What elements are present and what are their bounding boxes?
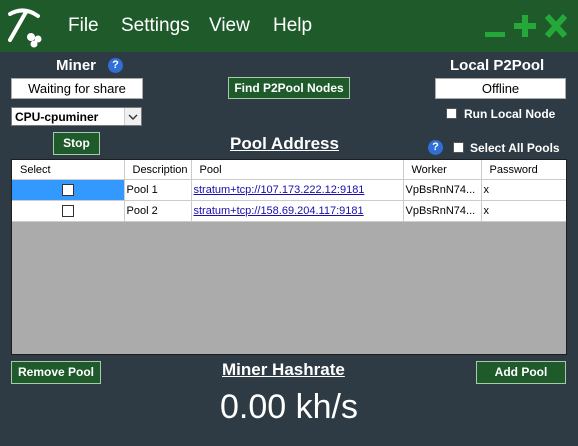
help-icon[interactable]: ?: [108, 58, 123, 73]
row-worker[interactable]: VpBsRnN74...: [403, 200, 482, 222]
stop-button[interactable]: Stop: [53, 132, 100, 155]
run-local-node-checkbox[interactable]: [446, 108, 457, 119]
miner-hashrate-title: Miner Hashrate: [222, 360, 345, 379]
menu-help[interactable]: Help: [273, 15, 312, 37]
hashrate-value: 0.00 kh/s: [220, 388, 358, 426]
miner-status-button[interactable]: Waiting for share: [11, 78, 143, 99]
row-description[interactable]: Pool 1: [124, 179, 192, 201]
title-bar: File Settings View Help: [0, 0, 578, 52]
row-pool-link[interactable]: stratum+tcp://158.69.204.117:9181: [191, 200, 404, 222]
pool-address-title: Pool Address: [230, 134, 339, 153]
pool-url-link[interactable]: stratum+tcp://107.173.222.12:9181: [194, 184, 365, 196]
find-p2pool-nodes-button[interactable]: Find P2Pool Nodes: [228, 77, 350, 99]
pickaxe-logo-icon: [8, 8, 42, 48]
menu-view[interactable]: View: [209, 15, 250, 37]
row-select-checkbox[interactable]: [61, 205, 74, 217]
add-pool-button[interactable]: Add Pool: [476, 361, 566, 384]
minimize-icon[interactable]: [482, 10, 508, 40]
row-select-checkbox[interactable]: [61, 184, 74, 196]
help-icon[interactable]: ?: [428, 140, 443, 155]
row-worker[interactable]: VpBsRnN74...: [403, 179, 482, 201]
close-icon[interactable]: [543, 10, 569, 40]
miner-select[interactable]: CPU-cpuminer: [11, 107, 142, 126]
run-local-node-label: Run Local Node: [464, 107, 556, 121]
local-p2pool-status-button[interactable]: Offline: [435, 78, 566, 99]
column-header-password[interactable]: Password: [481, 160, 566, 180]
menu-settings[interactable]: Settings: [121, 15, 190, 37]
select-all-pools-label: Select All Pools: [470, 141, 560, 155]
table-header: Select Description Pool Worker Password: [12, 160, 566, 180]
local-p2pool-title: Local P2Pool: [450, 57, 545, 74]
miner-title: Miner: [56, 57, 97, 74]
column-header-worker[interactable]: Worker: [403, 160, 482, 180]
plus-icon[interactable]: [512, 10, 538, 40]
chevron-down-icon: [124, 108, 141, 125]
remove-pool-button[interactable]: Remove Pool: [11, 361, 101, 384]
row-select-cell[interactable]: [12, 179, 125, 201]
row-password[interactable]: x: [481, 200, 566, 222]
column-header-description[interactable]: Description: [124, 160, 192, 180]
select-all-pools-checkbox[interactable]: [453, 142, 464, 153]
table-row[interactable]: Pool 1 stratum+tcp://107.173.222.12:9181…: [12, 179, 566, 201]
pool-table: Select Description Pool Worker Password …: [11, 159, 567, 355]
menu-file[interactable]: File: [68, 15, 99, 37]
pool-url-link[interactable]: stratum+tcp://158.69.204.117:9181: [194, 205, 364, 217]
miner-select-value: CPU-cpuminer: [15, 110, 99, 124]
column-header-pool[interactable]: Pool: [191, 160, 404, 180]
column-header-select[interactable]: Select: [12, 160, 125, 180]
row-pool-link[interactable]: stratum+tcp://107.173.222.12:9181: [191, 179, 404, 201]
row-select-cell[interactable]: [12, 200, 125, 222]
row-password[interactable]: x: [481, 179, 566, 201]
table-row[interactable]: Pool 2 stratum+tcp://158.69.204.117:9181…: [12, 200, 566, 222]
row-description[interactable]: Pool 2: [124, 200, 192, 222]
